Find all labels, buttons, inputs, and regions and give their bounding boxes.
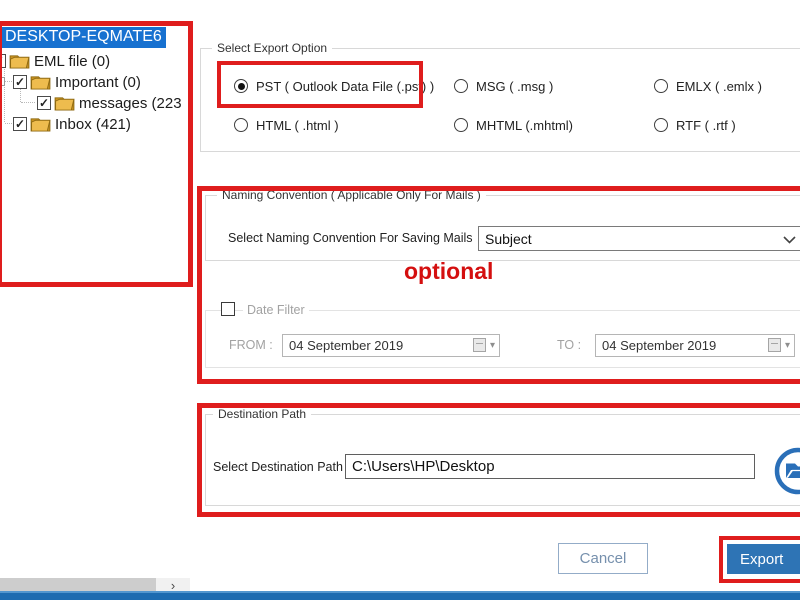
tree-expand-toggle[interactable]: - — [0, 77, 5, 86]
checkbox-checked-icon[interactable]: ✓ — [37, 96, 51, 110]
export-option-group: Select Export Option — [200, 41, 800, 152]
radio-icon[interactable] — [654, 118, 668, 132]
date-filter-label: Date Filter — [243, 303, 309, 317]
radio-icon[interactable] — [454, 79, 468, 93]
radio-label: HTML ( .html ) — [256, 117, 339, 133]
from-date-picker[interactable]: 04 September 2019 ▾ — [282, 334, 500, 357]
radio-label: PST ( Outlook Data File (.pst) ) — [256, 78, 435, 94]
radio-icon[interactable] — [234, 118, 248, 132]
tree-item-root[interactable]: DESKTOP-EQMATE6 — [2, 27, 166, 48]
cancel-button[interactable]: Cancel — [558, 543, 648, 574]
radio-selected-icon[interactable] — [234, 79, 248, 93]
radio-label: EMLX ( .emlx ) — [676, 78, 762, 94]
optional-annotation: optional — [404, 258, 494, 284]
export-dialog: DESKTOP-EQMATE6 - ✓ EML file (0) ✓ Impor… — [0, 0, 800, 600]
radio-label: RTF ( .rtf ) — [676, 117, 736, 133]
chevron-down-icon — [783, 236, 796, 244]
tree-row-inbox[interactable]: ✓ Inbox (421) — [13, 114, 131, 134]
tree-connector-line — [21, 102, 35, 103]
radio-option-emlx[interactable]: EMLX ( .emlx ) — [654, 76, 762, 96]
tree-item-label[interactable]: EML file (0) — [34, 53, 110, 70]
radio-option-html[interactable]: HTML ( .html ) — [234, 115, 339, 135]
calendar-dropdown-icon[interactable]: ▾ — [472, 338, 495, 352]
destination-path-value: C:\Users\HP\Desktop — [352, 458, 495, 475]
to-label: TO : — [557, 338, 582, 352]
radio-option-rtf[interactable]: RTF ( .rtf ) — [654, 115, 736, 135]
folder-icon — [30, 118, 51, 132]
folder-icon — [9, 55, 30, 69]
calendar-dropdown-icon[interactable]: ▾ — [767, 338, 790, 352]
export-option-legend: Select Export Option — [212, 41, 333, 55]
from-date-value: 04 September 2019 — [289, 338, 404, 353]
checkbox-checked-icon[interactable]: ✓ — [0, 54, 6, 68]
tree-item-label[interactable]: Important (0) — [55, 74, 141, 91]
tree-row-important[interactable]: ✓ Important (0) — [13, 72, 141, 92]
tree-connector-line — [4, 62, 5, 122]
to-date-value: 04 September 2019 — [602, 338, 717, 353]
radio-option-msg[interactable]: MSG ( .msg ) — [454, 76, 553, 96]
folder-icon — [30, 76, 51, 90]
tree-item-label[interactable]: messages (223 — [79, 95, 182, 112]
tree-item-label[interactable]: Inbox (421) — [55, 116, 131, 133]
checkbox-checked-icon[interactable]: ✓ — [13, 117, 27, 131]
radio-label: MHTML (.mhtml) — [476, 117, 574, 133]
naming-convention-select[interactable]: Subject — [478, 226, 800, 251]
radio-label: MSG ( .msg ) — [476, 78, 554, 94]
from-label: FROM : — [229, 338, 273, 352]
naming-convention-label: Select Naming Convention For Saving Mail… — [228, 231, 473, 245]
naming-convention-legend: Naming Convention ( Applicable Only For … — [217, 188, 486, 202]
radio-icon[interactable] — [654, 79, 668, 93]
window-bottom-bar — [0, 591, 800, 600]
export-button[interactable]: Export — [727, 544, 800, 574]
checkbox-checked-icon[interactable]: ✓ — [13, 75, 27, 89]
tree-connector-line — [5, 81, 12, 82]
destination-label: Select Destination Path — [213, 460, 343, 474]
tree-connector-line — [5, 123, 12, 124]
destination-path-input[interactable]: C:\Users\HP\Desktop — [345, 454, 755, 479]
date-filter-checkbox[interactable]: ✓ — [221, 302, 235, 316]
folder-icon — [54, 97, 75, 111]
destination-legend: Destination Path — [213, 407, 312, 421]
radio-option-mhtml[interactable]: MHTML (.mhtml) — [454, 115, 573, 135]
tree-row-eml-file[interactable]: ✓ EML file (0) — [0, 51, 110, 71]
naming-convention-value: Subject — [485, 230, 532, 247]
browse-folder-button[interactable] — [773, 446, 800, 496]
radio-option-pst[interactable]: PST ( Outlook Data File (.pst) ) — [234, 76, 434, 96]
to-date-picker[interactable]: 04 September 2019 ▾ — [595, 334, 795, 357]
tree-row-messages[interactable]: ✓ messages (223 — [37, 93, 182, 113]
radio-icon[interactable] — [454, 118, 468, 132]
